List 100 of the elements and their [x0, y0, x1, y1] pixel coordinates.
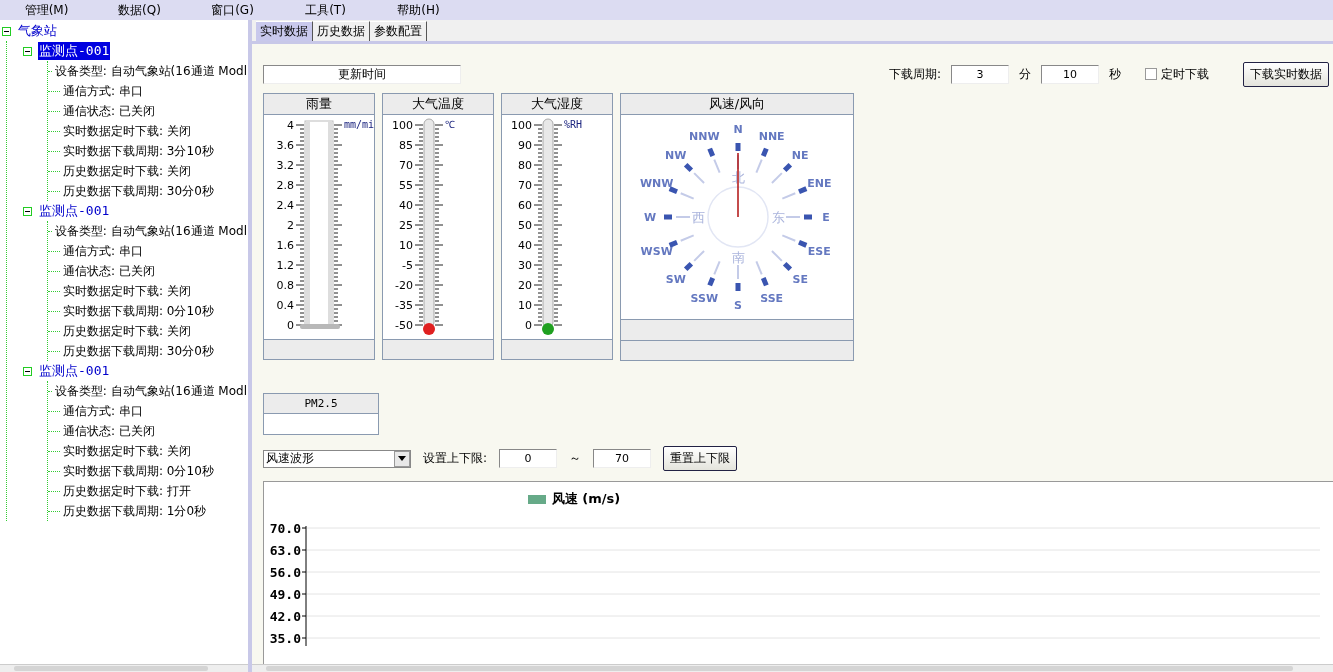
direction-marker [782, 162, 793, 173]
direction-marker [683, 162, 694, 173]
tab[interactable]: 历史数据 [313, 21, 370, 41]
tree-item[interactable]: 通信方式: 串口 [62, 242, 144, 260]
tree-item[interactable]: 设备类型: 自动气象站(16通道 Modl [53, 222, 248, 240]
tree-item[interactable]: 通信方式: 串口 [62, 82, 144, 100]
scale-label: 2.4 [276, 199, 294, 212]
menu-item[interactable]: 帮助(H) [372, 1, 465, 19]
scale-label: 2 [287, 219, 294, 232]
tree-item[interactable]: 通信状态: 已关闭 [62, 422, 156, 440]
gauge-title: 大气温度 [383, 94, 493, 115]
tree-item[interactable]: 监测点-001 [38, 202, 111, 220]
scale-label: 25 [399, 219, 413, 232]
tree-item[interactable]: 实时数据下载周期: 0分10秒 [62, 302, 215, 320]
direction-label: SSE [760, 292, 784, 306]
tab[interactable]: 实时数据 [256, 21, 313, 41]
unit-label: 秒 [1109, 65, 1121, 83]
direction-label: N [733, 123, 743, 136]
timer-checkbox[interactable] [1145, 68, 1157, 80]
tab[interactable]: 参数配置 [370, 21, 427, 41]
tree-item[interactable]: 历史数据定时下载: 关闭 [62, 162, 192, 180]
scale-label: 90 [518, 139, 532, 152]
range-separator: ～ [569, 450, 582, 467]
upper-limit-field[interactable]: 70 [593, 449, 652, 468]
direction-marker [707, 147, 716, 157]
tree-item[interactable]: 历史数据下载周期: 30分0秒 [62, 182, 215, 200]
legend-label: 风速 (m/s) [551, 490, 621, 508]
lower-limit-field[interactable]: 0 [499, 449, 558, 468]
direction-marker [798, 239, 808, 248]
seconds-field[interactable]: 10 [1041, 64, 1099, 84]
tree-item[interactable]: 历史数据下载周期: 1分0秒 [62, 502, 208, 520]
direction-label: W [643, 211, 657, 224]
reset-limits-button[interactable]: 重置上下限 [663, 446, 738, 471]
scale-label: 100 [511, 119, 532, 132]
tree-item[interactable]: 监测点-001 [38, 42, 111, 60]
tree-item[interactable]: 实时数据定时下载: 关闭 [62, 442, 192, 460]
unit-label: ℃ [445, 119, 455, 130]
checkbox-label[interactable]: 定时下载 [1161, 65, 1209, 83]
menu-item[interactable]: 数据(Q) [93, 1, 186, 19]
scale-label: 30 [518, 259, 532, 272]
direction-marker [735, 143, 741, 151]
waveform-dropdown[interactable]: 风速波形 [263, 449, 411, 468]
scale-label: 20 [518, 279, 532, 292]
y-tick-label: 70.0 [269, 521, 301, 536]
y-tick-label: 35.0 [269, 631, 301, 646]
direction-label: WSW [640, 244, 673, 258]
direction-label: E [822, 211, 830, 224]
direction-marker [683, 261, 694, 272]
scale-label: 60 [518, 199, 532, 212]
limit-label: 设置上下限: [423, 450, 488, 467]
collapse-icon[interactable] [23, 46, 32, 56]
scale-label: -50 [395, 319, 413, 332]
gauge-title: 大气湿度 [502, 94, 612, 115]
tree-item[interactable]: 通信状态: 已关闭 [62, 262, 156, 280]
gauge-title: 雨量 [264, 94, 374, 115]
direction-marker [668, 239, 678, 248]
tree-item[interactable]: 实时数据下载周期: 3分10秒 [62, 142, 215, 160]
scale-label: 70 [518, 179, 532, 192]
tree-item[interactable]: 通信状态: 已关闭 [62, 102, 156, 120]
tree-item[interactable]: 实时数据定时下载: 关闭 [62, 282, 192, 300]
tree-item[interactable]: 历史数据定时下载: 关闭 [62, 322, 192, 340]
cardinal-label: 东 [771, 210, 785, 225]
menu-item[interactable]: 窗口(G) [186, 1, 279, 19]
direction-marker [804, 214, 812, 220]
direction-label: SW [665, 273, 686, 287]
collapse-icon[interactable] [23, 206, 32, 216]
unit-label: mm/mi [344, 119, 374, 130]
scale-label: 40 [399, 199, 413, 212]
tree-item[interactable]: 设备类型: 自动气象站(16通道 Modl [53, 382, 248, 400]
direction-marker [782, 261, 793, 272]
scrollbar[interactable] [252, 664, 1333, 672]
collapse-icon[interactable] [2, 26, 11, 36]
cardinal-label: 南 [731, 250, 745, 265]
minutes-field[interactable]: 3 [951, 64, 1009, 84]
scale-label: 10 [518, 299, 532, 312]
tree-item[interactable]: 监测点-001 [38, 362, 111, 380]
scale-label: 3.6 [276, 139, 294, 152]
compass-ring [707, 186, 769, 248]
tree-item[interactable]: 历史数据下载周期: 30分0秒 [62, 342, 215, 360]
tree-item[interactable]: 设备类型: 自动气象站(16通道 Modl [53, 62, 248, 80]
download-period-label: 下载周期: [888, 65, 941, 83]
unit-label: 分 [1019, 65, 1031, 83]
tree-item[interactable]: 通信方式: 串口 [62, 402, 144, 420]
menu-item[interactable]: 管理(M) [0, 1, 93, 19]
tree-item[interactable]: 气象站 [17, 22, 58, 40]
scale-label: 3.2 [276, 159, 294, 172]
direction-marker [760, 277, 769, 287]
direction-label: NE [791, 148, 809, 162]
tree-item[interactable]: 历史数据定时下载: 打开 [62, 482, 192, 500]
update-time-field: 更新时间 [263, 64, 461, 84]
scrollbar[interactable] [0, 664, 248, 672]
collapse-icon[interactable] [23, 366, 32, 376]
download-button[interactable]: 下载实时数据 [1243, 61, 1329, 87]
scale-label: 80 [518, 159, 532, 172]
menu-item[interactable]: 工具(T) [279, 1, 372, 19]
direction-marker [664, 214, 672, 220]
direction-marker [707, 277, 716, 287]
tree-item[interactable]: 实时数据下载周期: 0分10秒 [62, 462, 215, 480]
tree-item[interactable]: 实时数据定时下载: 关闭 [62, 122, 192, 140]
scale-label: 1.2 [276, 259, 294, 272]
